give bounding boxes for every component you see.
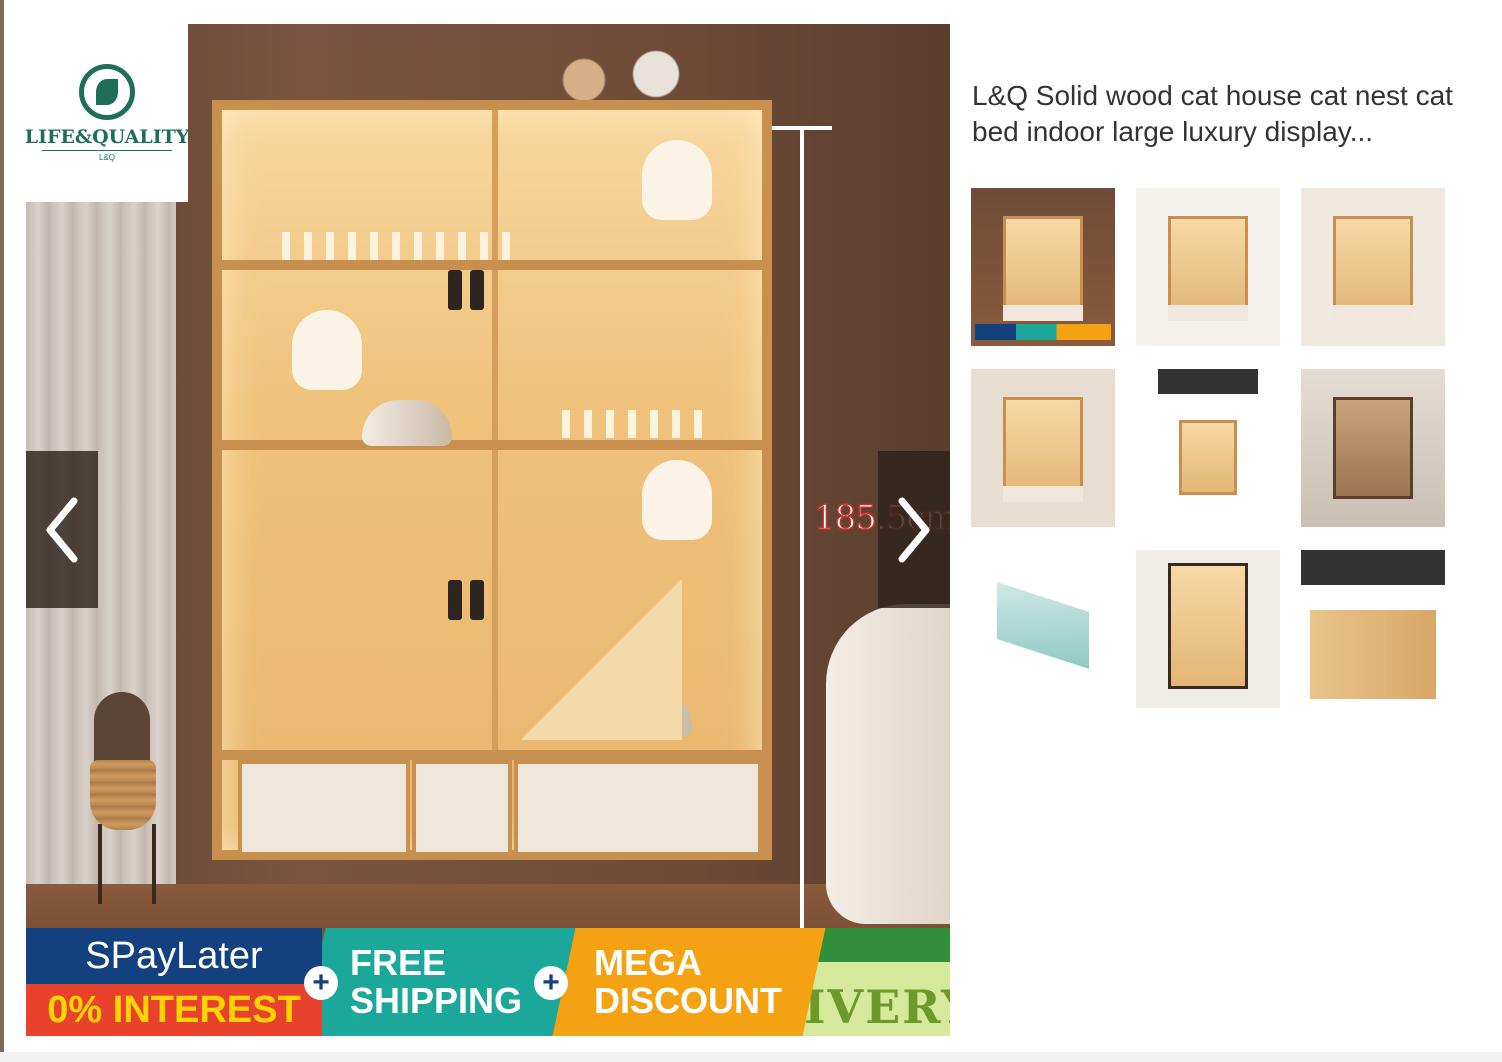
gallery-thumbnail-6[interactable] [1301,369,1445,527]
door-handle [470,580,484,620]
door-handle [448,580,462,620]
thumbnail-cabinet [1002,397,1084,499]
cat-cabinet-illustration [212,100,772,860]
plus-icon: + [534,966,568,1000]
gallery-thumbnail-4[interactable] [971,369,1115,527]
image-plant [94,692,150,766]
promo-shipping-line1: FREE [350,942,447,983]
promo-banner: IVERY MEGA DISCOUNT FREE SHIPPING SPayLa… [26,928,950,1036]
dimension-line [800,128,804,968]
cat-silhouette-cutout [292,310,362,390]
image-top-decor [536,44,696,104]
cabinet-drawer [238,760,410,856]
thumbnail-drawer [1332,304,1414,321]
gallery-thumbnail-3[interactable] [1301,188,1445,346]
thumbnail-drawer [1002,304,1084,321]
cabinet-drawer [412,760,512,856]
window-edge-bottom [0,1052,1502,1062]
previous-image-button[interactable] [26,451,98,608]
image-plant-stand [98,824,156,904]
thumbnail-promo-strip [975,324,1111,340]
product-title: L&Q Solid wood cat house cat nest cat be… [972,80,1453,147]
gallery-thumbnail-7[interactable] [971,550,1115,708]
door-handle [470,270,484,310]
window-edge [0,0,4,1062]
thumbnail-detail-photo [1309,610,1437,699]
image-plant-pot [90,760,156,830]
cabinet-stairs [522,580,682,740]
cabinet-fence [282,232,522,260]
next-image-button[interactable] [878,451,950,608]
cat-silhouette-cutout [642,140,712,220]
thumbnail-drawer [1167,304,1249,321]
gallery-thumbnail-9[interactable] [1301,550,1445,708]
chevron-left-icon [46,497,78,562]
thumbnail-cabinet [1179,419,1237,496]
promo-mega-discount: MEGA DISCOUNT [534,928,826,1036]
chevron-right-icon [898,497,930,562]
thumbnail-header-band [1301,550,1445,585]
thumbnail-drawer [1002,485,1084,502]
brand-logo-subtext: L&Q [42,150,172,162]
promo-mega-line1: MEGA [594,942,702,983]
plus-icon: + [304,966,338,1000]
cabinet-door-divider [492,110,498,750]
brand-logo-text: LIFE&QUALITY [26,126,190,148]
image-chair [826,604,950,924]
thumbnail-header-band [1157,369,1259,395]
main-product-image[interactable]: 185.5cm LIFE&QUALITY L&Q IVERY MEGA DISC… [26,24,950,1036]
thumbnail-cabinet [1332,216,1414,318]
promo-paylater: SPayLater [26,928,322,984]
thumbnail-cabinet [1332,397,1414,499]
thumbnail-cabinet [1167,216,1249,318]
cabinet-shelf [222,260,762,270]
cabinet-shelf [222,750,762,760]
gallery-thumbnail-8[interactable] [1136,550,1280,708]
thumbnail-cabinet [1167,562,1249,690]
door-handle [448,270,462,310]
brand-logo: LIFE&QUALITY L&Q [26,24,190,202]
brand-logo-icon [79,64,135,120]
thumbnail-cabinet [1002,216,1084,318]
cat-silhouette-cutout [642,460,712,540]
gallery-thumbnail-5[interactable] [1136,369,1280,527]
promo-delivery-text: IVERY [804,980,950,1034]
cabinet-drawer [514,760,762,856]
gallery-thumbnail-1[interactable] [971,188,1115,346]
cabinet-shelf [222,440,762,450]
sleeping-cat [362,400,452,446]
promo-mega-line2: DISCOUNT [594,980,782,1021]
promo-interest: 0% INTEREST [26,984,322,1036]
promo-shipping-line2: SHIPPING [350,980,523,1021]
gallery-thumbnail-2[interactable] [1136,188,1280,346]
cabinet-fence [562,410,702,438]
